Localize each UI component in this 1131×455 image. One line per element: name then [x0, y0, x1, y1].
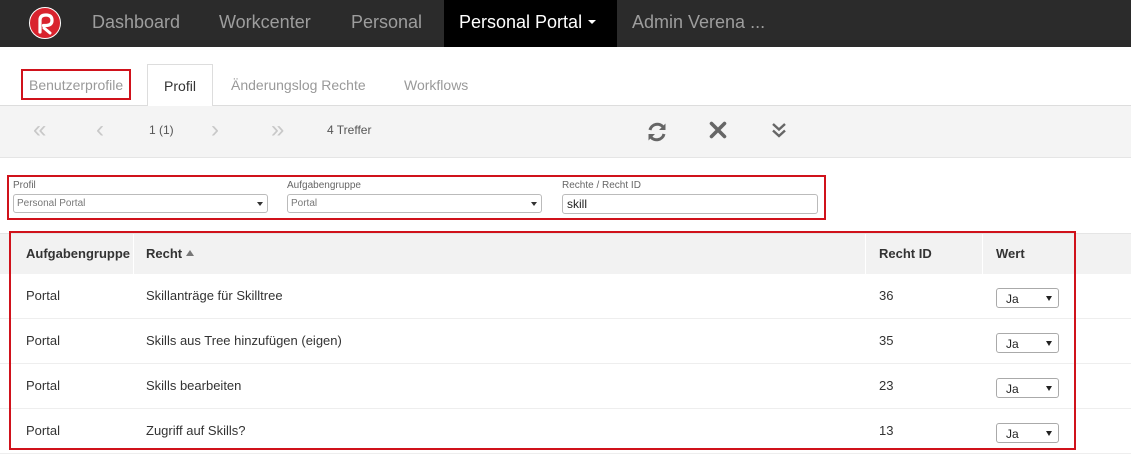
table-highlight-frame: [9, 231, 1076, 450]
tab-profil[interactable]: Profil: [147, 64, 213, 107]
expand-icon[interactable]: [771, 121, 787, 144]
recht-filter-label: Rechte / Recht ID: [562, 180, 641, 191]
chevron-down-icon: [257, 202, 263, 206]
profil-filter-label: Profil: [13, 180, 36, 191]
aufgabengruppe-select[interactable]: Portal: [287, 194, 542, 213]
nav-personal[interactable]: Personal: [351, 0, 422, 47]
recht-search-input[interactable]: skill: [562, 194, 818, 214]
refresh-icon[interactable]: [646, 121, 668, 148]
profil-select-value: Personal Portal: [17, 198, 86, 209]
app-logo-icon[interactable]: [29, 7, 61, 39]
nav-dashboard[interactable]: Dashboard: [92, 0, 180, 47]
tab-benutzerprofile[interactable]: Benutzerprofile: [21, 69, 132, 100]
tab-bar: Benutzerprofile Profil Änderungslog Rech…: [0, 64, 1131, 107]
first-page-icon[interactable]: «: [33, 118, 46, 142]
result-count: 4 Treffer: [327, 123, 372, 137]
nav-personal-portal-label: Personal Portal: [459, 12, 583, 32]
tab-workflows[interactable]: Workflows: [404, 64, 468, 106]
nav-workcenter[interactable]: Workcenter: [219, 0, 311, 47]
top-navbar: Dashboard Workcenter Personal Personal P…: [0, 0, 1131, 47]
prev-page-icon[interactable]: ‹: [96, 118, 104, 142]
profil-select[interactable]: Personal Portal: [13, 194, 268, 213]
next-page-icon[interactable]: ›: [211, 118, 219, 142]
clear-icon[interactable]: [709, 121, 727, 144]
pagination-toolbar: « ‹ 1 (1) › » 4 Treffer: [0, 106, 1131, 158]
caret-down-icon: [588, 20, 597, 25]
filter-panel: Profil Personal Portal Aufgabengruppe Po…: [7, 175, 826, 220]
aufgabengruppe-filter-label: Aufgabengruppe: [287, 180, 361, 191]
tab-aenderungslog-rechte[interactable]: Änderungslog Rechte: [231, 64, 366, 106]
nav-admin-user[interactable]: Admin Verena ...: [632, 0, 765, 47]
last-page-icon[interactable]: »: [271, 118, 284, 142]
page-indicator: 1 (1): [149, 123, 174, 137]
aufgabengruppe-select-value: Portal: [291, 198, 318, 209]
chevron-down-icon: [531, 202, 537, 206]
nav-personal-portal[interactable]: Personal Portal: [444, 0, 617, 47]
